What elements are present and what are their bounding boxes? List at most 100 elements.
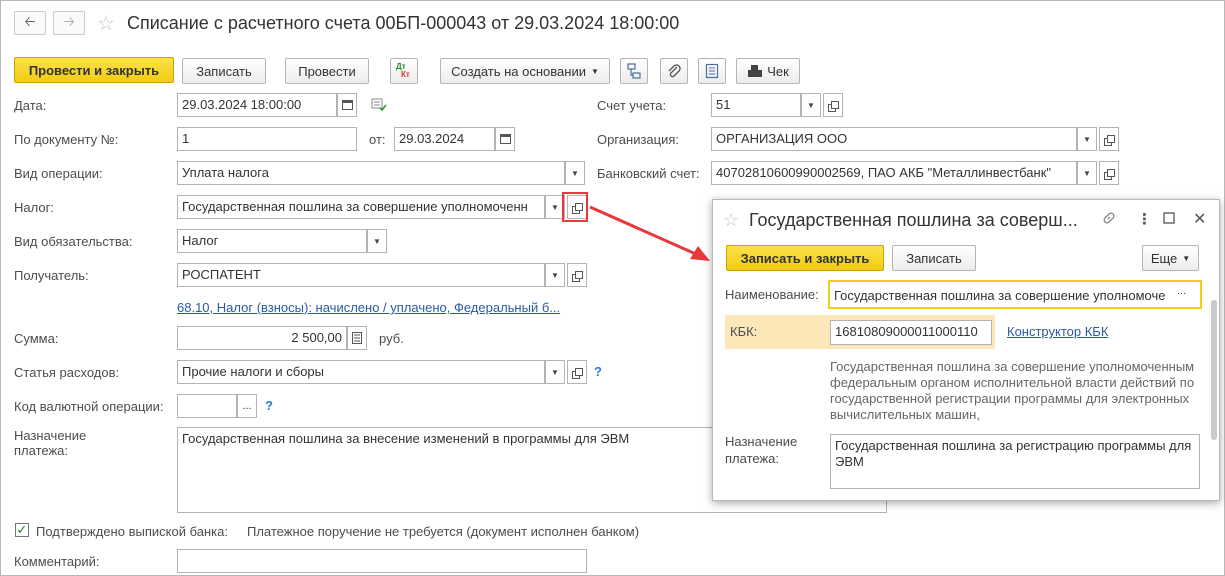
- calendar-icon: [341, 100, 353, 110]
- date-label: Дата:: [14, 98, 47, 113]
- dt-kt-icon: Дт Кт: [396, 62, 410, 79]
- date-calendar-button[interactable]: [337, 93, 357, 117]
- recipient-select[interactable]: РОСПАТЕНТ: [177, 263, 545, 287]
- structure-button[interactable]: [620, 58, 648, 84]
- popup-purpose-textarea[interactable]: Государственная пошлина за регистрацию п…: [830, 434, 1200, 489]
- arrow-left-icon: 🡠: [24, 13, 36, 29]
- recipient-dropdown[interactable]: ▼: [545, 263, 565, 287]
- operation-type-select[interactable]: Уплата налога: [177, 161, 565, 185]
- open-icon: [1104, 134, 1115, 146]
- expense-item-select[interactable]: Прочие налоги и сборы: [177, 360, 545, 384]
- maximize-icon[interactable]: [1163, 211, 1175, 228]
- link-icon[interactable]: [1101, 210, 1117, 230]
- bank-account-open-button[interactable]: [1099, 161, 1119, 185]
- kbk-label: КБК:: [730, 324, 758, 339]
- calculator-icon: [352, 332, 362, 344]
- save-button[interactable]: Записать: [182, 58, 266, 84]
- popup-save-button[interactable]: Записать: [892, 245, 976, 271]
- obligation-type-label: Вид обязательства:: [14, 234, 133, 249]
- tax-select[interactable]: Государственная пошлина за совершение уп…: [177, 195, 545, 219]
- page-title: Списание с расчетного счета 00БП-000043 …: [127, 13, 680, 33]
- post-and-close-button[interactable]: Провести и закрыть: [14, 57, 174, 83]
- name-label: Наименование:: [725, 287, 819, 302]
- help-icon[interactable]: ?: [594, 364, 602, 379]
- payment-order-status: Платежное поручение не требуется (докуме…: [247, 524, 640, 539]
- tax-description: Государственная пошлина за совершение уп…: [830, 359, 1195, 422]
- obligation-type-dropdown[interactable]: ▼: [367, 229, 387, 253]
- name-input[interactable]: Государственная пошлина за совершение уп…: [828, 280, 1202, 309]
- confirmed-checkbox[interactable]: ✓: [15, 523, 29, 537]
- account-open-button[interactable]: [823, 93, 843, 117]
- confirmed-label: Подтверждено выпиской банка:: [36, 524, 228, 539]
- popup-more-button[interactable]: Еще ▼: [1142, 245, 1199, 271]
- save-and-close-button[interactable]: Записать и закрыть: [726, 245, 884, 271]
- obligation-type-select[interactable]: Налог: [177, 229, 367, 253]
- account-label: Счет учета:: [597, 98, 667, 113]
- close-icon[interactable]: ✕: [1193, 209, 1206, 229]
- currency-label: руб.: [379, 331, 404, 346]
- organization-dropdown[interactable]: ▼: [1077, 127, 1097, 151]
- post-button[interactable]: Провести: [285, 58, 369, 84]
- print-form-button[interactable]: [698, 58, 726, 84]
- dropdown-arrow-icon: ▼: [1182, 253, 1191, 263]
- open-icon: [572, 367, 583, 379]
- annotation-arrow: [589, 205, 710, 261]
- tax-popup-window: ☆ Государственная пошлина за соверш... ⋮…: [712, 199, 1220, 501]
- open-icon: [1104, 168, 1115, 180]
- kbk-constructor-link[interactable]: Конструктор КБК: [1007, 324, 1108, 339]
- purpose-label-line2: платежа:: [14, 443, 68, 458]
- currency-op-label: Код валютной операции:: [14, 399, 164, 414]
- doc-number-label: По документу №:: [14, 132, 119, 147]
- back-button[interactable]: 🡠: [14, 11, 46, 35]
- organization-select[interactable]: ОРГАНИЗАЦИЯ ООО: [711, 127, 1077, 151]
- popup-scrollbar[interactable]: [1211, 300, 1217, 440]
- paperclip-icon: [668, 64, 681, 78]
- star-icon[interactable]: ☆: [723, 210, 739, 231]
- operation-type-dropdown[interactable]: ▼: [565, 161, 585, 185]
- account-select[interactable]: 51: [711, 93, 801, 117]
- create-based-on-button[interactable]: Создать на основании ▼: [440, 58, 610, 84]
- forward-button[interactable]: 🡢: [53, 11, 85, 35]
- date-input[interactable]: 29.03.2024 18:00:00: [177, 93, 337, 117]
- arrow-right-icon: 🡢: [63, 13, 75, 29]
- recipient-label: Получатель:: [14, 268, 89, 283]
- currency-op-input[interactable]: [177, 394, 237, 418]
- more-actions-icon[interactable]: ⋮: [1137, 210, 1152, 228]
- bank-account-select[interactable]: 40702810600990002569, ПАО АКБ "Металлинв…: [711, 161, 1077, 185]
- popup-purpose-label-line1: Назначение: [725, 434, 798, 449]
- doc-date-input[interactable]: 29.03.2024: [394, 127, 495, 151]
- receipt-button[interactable]: Чек: [736, 58, 800, 84]
- attach-button[interactable]: [660, 58, 688, 84]
- organization-label: Организация:: [597, 132, 680, 147]
- document-window: 🡠 🡢 ☆ Списание с расчетного счета 00БП-0…: [0, 0, 1225, 576]
- highlight-box: [562, 192, 588, 222]
- expense-item-open-button[interactable]: [567, 360, 587, 384]
- recipient-open-button[interactable]: [567, 263, 587, 287]
- organization-open-button[interactable]: [1099, 127, 1119, 151]
- help-icon[interactable]: ?: [265, 398, 273, 413]
- doc-number-input[interactable]: 1: [177, 127, 357, 151]
- popup-title: Государственная пошлина за соверш...: [749, 210, 1078, 230]
- edit-note-icon[interactable]: [371, 98, 387, 115]
- purpose-label-line1: Назначение: [14, 428, 87, 443]
- comment-input[interactable]: [177, 549, 587, 573]
- currency-op-select-button[interactable]: ...: [237, 394, 257, 418]
- expense-item-dropdown[interactable]: ▼: [545, 360, 565, 384]
- bank-account-label: Банковский счет:: [597, 166, 700, 181]
- kbk-input[interactable]: 16810809000011000110: [830, 320, 992, 345]
- star-icon[interactable]: ☆: [97, 11, 115, 36]
- tax-label: Налог:: [14, 200, 54, 215]
- bank-account-dropdown[interactable]: ▼: [1077, 161, 1097, 185]
- doc-date-calendar-button[interactable]: [495, 127, 515, 151]
- dt-kt-button[interactable]: Дт Кт: [390, 58, 418, 84]
- calendar-icon: [499, 134, 511, 144]
- sum-label: Сумма:: [14, 331, 59, 346]
- sum-input[interactable]: 2 500,00: [177, 326, 347, 350]
- name-select-button[interactable]: ...: [1177, 285, 1186, 297]
- accounts-link[interactable]: 68.10, Налог (взносы): начислено / уплач…: [177, 300, 560, 315]
- comment-label: Комментарий:: [14, 554, 100, 569]
- dropdown-arrow-icon: ▼: [590, 66, 599, 76]
- open-icon: [572, 270, 583, 282]
- account-dropdown[interactable]: ▼: [801, 93, 821, 117]
- calculator-button[interactable]: [347, 326, 367, 350]
